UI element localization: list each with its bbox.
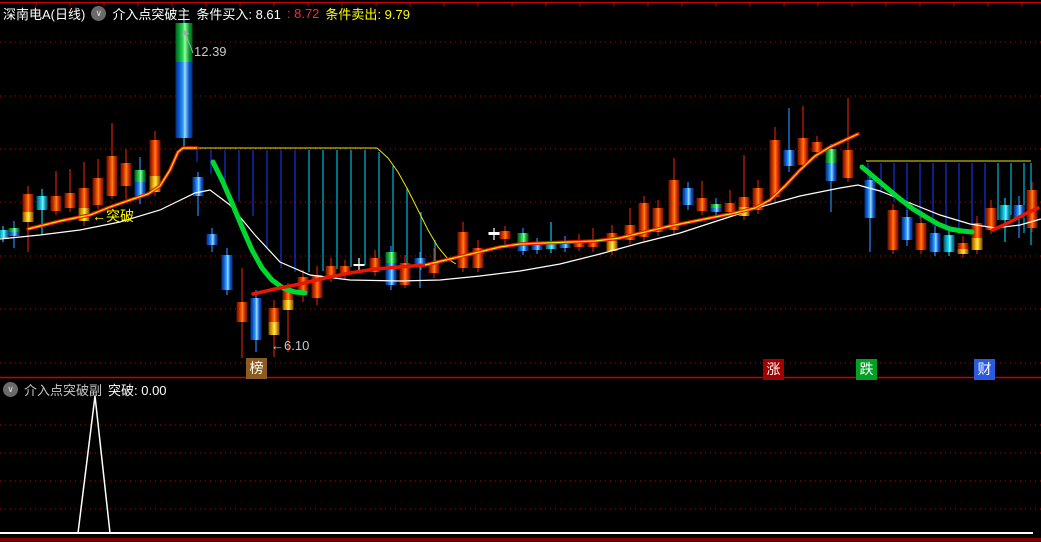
candle-body <box>710 208 722 212</box>
candle-body <box>106 156 118 196</box>
candle-body <box>957 249 969 254</box>
candle-body <box>282 300 294 310</box>
candle-body <box>682 188 694 205</box>
candle-body <box>488 232 500 235</box>
candle-body <box>864 180 876 218</box>
candle-body <box>825 163 837 181</box>
condition-sell-value: 条件卖出: 9.79 <box>325 7 410 22</box>
main-indicator-name: 介入点突破主 <box>112 7 191 22</box>
stock-chart-canvas[interactable] <box>0 0 1041 542</box>
signal-spike <box>77 395 111 534</box>
candle-body <box>8 232 20 236</box>
candle-body <box>22 212 34 222</box>
candle-body <box>175 62 193 138</box>
sub-indicator-value: 突破: 0.00 <box>108 383 167 398</box>
candle-body <box>943 235 955 252</box>
candle-body <box>825 149 837 163</box>
condition-buy-alt-value: : 8.72 <box>286 6 320 21</box>
watermark-char: 涨 <box>763 359 784 380</box>
candle-body <box>915 223 927 250</box>
watermark-char: 财 <box>974 359 995 380</box>
candle-body <box>957 243 969 249</box>
candle-body <box>134 170 146 182</box>
candle-body <box>250 298 262 340</box>
ladder-line <box>183 147 457 265</box>
candle-body <box>783 150 795 166</box>
candle-body <box>559 244 571 248</box>
main-panel-header: 深南电A(日线) ∨ 介入点突破主 条件买入: 8.61 : 8.72 条件卖出… <box>3 4 410 23</box>
candle-body <box>971 238 983 250</box>
candle-body <box>78 188 90 208</box>
candle-body <box>149 140 161 176</box>
candle-body <box>999 205 1011 220</box>
candle-body <box>236 302 248 322</box>
candle-body <box>499 231 511 239</box>
candle-body <box>710 204 722 208</box>
candle-body <box>842 150 854 178</box>
collapse-main-icon[interactable]: ∨ <box>91 6 107 21</box>
candle-body <box>36 196 48 210</box>
candle-body <box>221 255 233 290</box>
candle-body <box>887 210 899 250</box>
candle-body <box>385 252 397 263</box>
sub-panel-header: ∨ 介入点突破副 突破: 0.00 <box>3 380 167 399</box>
candle-body <box>724 203 736 212</box>
candle-body <box>206 234 218 245</box>
candle-body <box>668 180 680 230</box>
watermark-char: 跌 <box>856 359 877 380</box>
candle-body <box>22 194 34 212</box>
candle-body <box>901 217 913 240</box>
candle-body <box>929 233 941 252</box>
candle-body <box>64 193 76 208</box>
candle-body <box>353 264 365 266</box>
candle-body <box>738 197 750 207</box>
sub-indicator-name: 介入点突破副 <box>24 383 103 398</box>
collapse-sub-icon[interactable]: ∨ <box>3 382 18 397</box>
candle-body <box>0 230 9 238</box>
chart-window: 深南电A(日线) ∨ 介入点突破主 条件买入: 8.61 : 8.72 条件卖出… <box>0 0 1041 542</box>
candle-body <box>696 198 708 211</box>
condition-buy-value: 条件买入: 8.61 <box>196 7 281 22</box>
candle-body <box>175 23 193 62</box>
green-curve <box>859 164 975 235</box>
low-price-label: ←6.10 <box>271 338 310 353</box>
candle-body <box>92 178 104 205</box>
candle-body <box>8 228 20 232</box>
watermark-char: 榜 <box>246 358 267 379</box>
symbol-title: 深南电A(日线) <box>3 7 86 22</box>
candle-body <box>769 140 781 197</box>
candle-body <box>50 196 62 211</box>
breakout-label: ←突破 <box>92 208 134 224</box>
candle-body <box>797 138 809 165</box>
candle-body <box>268 322 280 335</box>
candle-body <box>120 163 132 186</box>
candle-body <box>457 232 469 268</box>
high-price-label: 12.39 <box>194 44 227 59</box>
candle-body <box>517 233 529 242</box>
candle-body <box>268 308 280 322</box>
